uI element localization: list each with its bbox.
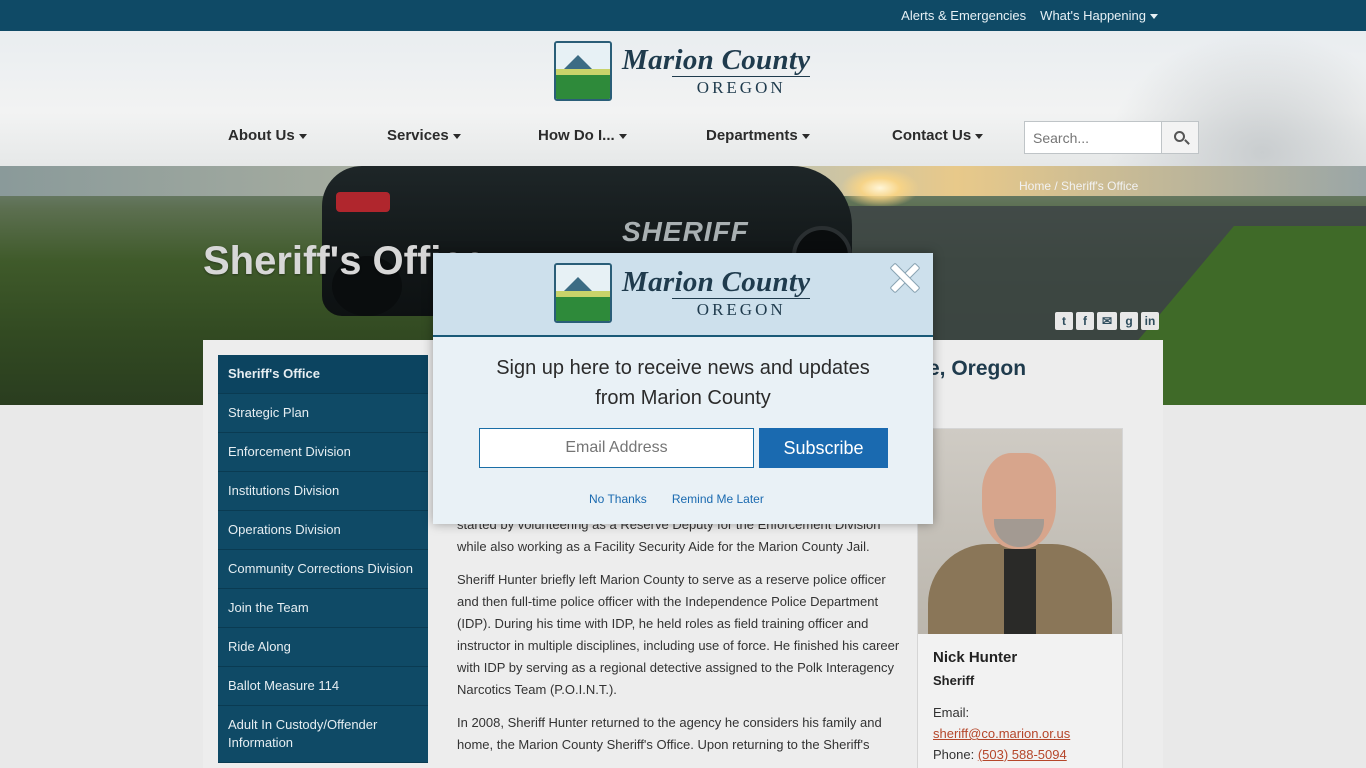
newsletter-modal: Marion County OREGON Sign up here to rec…	[433, 253, 933, 524]
modal-logo: Marion County OREGON	[554, 263, 811, 323]
logo-name: Marion County	[622, 265, 811, 298]
modal-overlay: Marion County OREGON Sign up here to rec…	[0, 0, 1366, 768]
modal-message: Sign up here to receive news and updates…	[496, 357, 870, 409]
subscribe-form: Subscribe	[479, 428, 888, 468]
modal-header: Marion County OREGON	[433, 253, 933, 337]
county-logo-icon	[554, 263, 612, 323]
logo-state: OREGON	[672, 297, 811, 320]
email-field[interactable]	[479, 428, 754, 468]
modal-links: No Thanks Remind Me Later	[589, 492, 764, 506]
remind-later-link[interactable]: Remind Me Later	[672, 492, 764, 506]
subscribe-button[interactable]: Subscribe	[759, 428, 888, 468]
close-icon[interactable]	[888, 261, 920, 293]
no-thanks-link[interactable]: No Thanks	[589, 492, 647, 506]
